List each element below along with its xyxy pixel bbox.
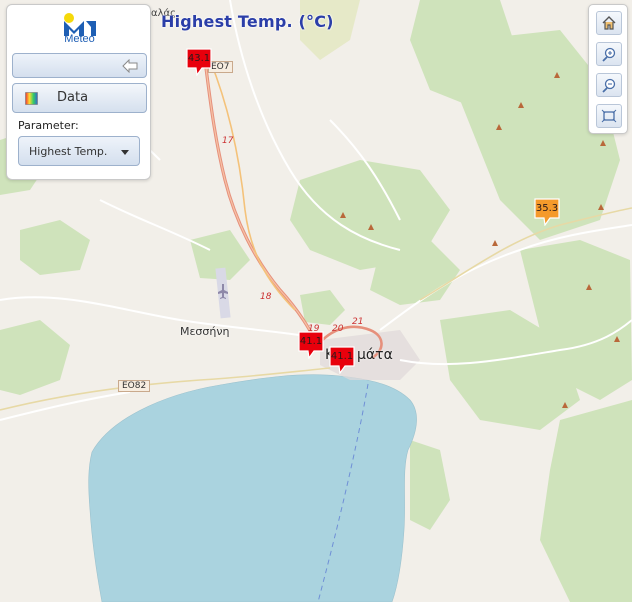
home-icon [602, 16, 616, 30]
temp-marker[interactable]: 43.1 [186, 48, 212, 77]
zoom-in-icon [602, 47, 616, 62]
road-number-18: 18 [260, 292, 272, 302]
full-extent-icon [601, 109, 617, 123]
logo-text: Meteo [64, 33, 95, 45]
road-number-17: 17 [222, 136, 234, 146]
road-number-21: 21 [352, 317, 364, 327]
full-extent-button[interactable] [596, 104, 622, 128]
map-toolbar [588, 4, 628, 134]
place-label-kalamata-right: μάτα [357, 347, 393, 363]
road-shield-eo82: ΕΟ82 [118, 380, 151, 392]
road-number-20: 20 [332, 324, 344, 334]
arrow-left-icon [122, 59, 138, 73]
marker-value: 41.1 [330, 351, 354, 362]
chevron-down-icon [121, 150, 129, 155]
parameter-select[interactable]: Highest Temp. [18, 136, 140, 166]
map-title: Highest Temp. (°C) [161, 12, 334, 31]
home-button[interactable] [596, 11, 622, 35]
marker-value: 41.1 [299, 336, 323, 347]
zoom-in-button[interactable] [596, 42, 622, 66]
data-button[interactable]: Data [12, 83, 147, 113]
marker-value: 35.3 [535, 203, 559, 214]
marker-value: 43.1 [187, 53, 211, 64]
color-scale-icon [25, 92, 38, 105]
temp-marker[interactable]: 41.1 [298, 331, 324, 360]
data-button-label: Data [57, 90, 89, 105]
zoom-out-icon [602, 78, 616, 93]
place-label-messini: Μεσσήνη [180, 325, 230, 338]
collapse-panel-button[interactable] [12, 53, 147, 78]
zoom-out-button[interactable] [596, 73, 622, 97]
parameter-select-value: Highest Temp. [29, 145, 108, 158]
temp-marker[interactable]: 41.1 [329, 346, 355, 375]
parameter-label: Parameter: [18, 119, 79, 132]
temp-marker[interactable]: 35.3 [534, 198, 560, 227]
control-panel: Meteo Data Parameter: Highest Temp. [6, 4, 151, 180]
